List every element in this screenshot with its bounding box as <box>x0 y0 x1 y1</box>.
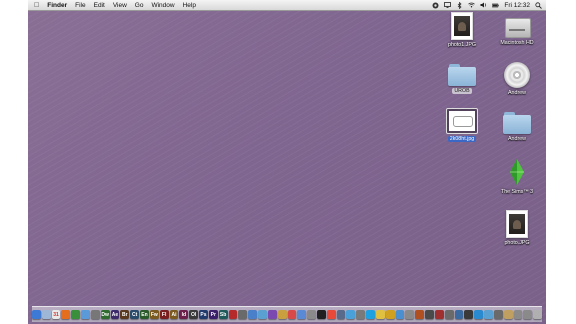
cd-disc-icon <box>504 62 530 88</box>
dock-finder-icon[interactable] <box>31 310 41 319</box>
image-file-icon <box>449 111 475 131</box>
dock-bridge-icon[interactable]: Br <box>120 310 130 319</box>
dock-iphoto-icon[interactable] <box>258 310 267 319</box>
menu-app-finder[interactable]: Finder <box>43 2 71 9</box>
dock-garageband-icon[interactable] <box>277 310 287 319</box>
desktop-folder-urob[interactable]: UROB <box>436 64 488 94</box>
spotlight-search-icon[interactable] <box>535 1 542 9</box>
menu-edit[interactable]: Edit <box>90 2 109 9</box>
desktop-file-2k08ht[interactable]: 2k08ht.jpg <box>436 108 488 142</box>
dock-contribute-icon[interactable]: Ct <box>130 310 140 319</box>
menu-file[interactable]: File <box>71 2 89 9</box>
dock-app-icon[interactable] <box>484 310 493 319</box>
dock-safari-icon[interactable] <box>81 310 90 319</box>
dock-app-icon[interactable] <box>474 310 484 319</box>
desktop-icon-label: photo1.JPG <box>448 42 476 48</box>
dock-app-icon[interactable] <box>375 310 385 319</box>
dock-dashboard-icon[interactable] <box>316 310 326 319</box>
desktop-icon-label: The Sims™ 3 <box>500 189 534 195</box>
dock-app-icon[interactable] <box>307 310 316 319</box>
dock-app-icon[interactable] <box>356 310 366 319</box>
dock-messenger-icon[interactable] <box>326 310 336 319</box>
folder-icon <box>503 112 531 134</box>
dock-app-icon[interactable] <box>444 310 454 319</box>
dock-app-icon[interactable] <box>405 310 415 319</box>
dock-app-icon[interactable] <box>415 310 425 319</box>
dock-app-icon[interactable] <box>297 310 307 319</box>
desktop-icon-label: Andrew <box>508 90 526 96</box>
dock-twitter-icon[interactable] <box>346 310 356 319</box>
dock-indesign-icon[interactable]: Id <box>179 310 189 319</box>
menu-window[interactable]: Window <box>147 2 178 9</box>
dock-app-icon[interactable] <box>385 310 395 319</box>
dock-flash-icon[interactable]: Fl <box>159 310 169 319</box>
dock-encore-icon[interactable]: En <box>140 310 149 319</box>
menu-bar:  Finder File Edit View Go Window Help <box>28 0 546 11</box>
desktop-file-photo1[interactable]: photo1.JPG <box>436 12 488 48</box>
dock-imovie-icon[interactable] <box>267 310 277 319</box>
dock-app-icon[interactable] <box>454 310 464 319</box>
dock-skype-icon[interactable] <box>366 310 375 319</box>
dock-premiere-icon[interactable]: Pr <box>208 310 218 319</box>
dock-app-icon[interactable] <box>503 310 513 319</box>
desktop-app-the-sims-3[interactable]: The Sims™ 3 <box>491 157 543 195</box>
dock-itunes-icon[interactable] <box>248 310 258 319</box>
desktop-folder-andrew[interactable]: Andrew <box>491 112 543 142</box>
desktop-drive-macintosh-hd[interactable]: Macintosh HD <box>491 14 543 46</box>
dock-settings-icon[interactable] <box>90 310 100 319</box>
dock-onlocation-icon[interactable]: Ol <box>189 310 199 319</box>
menu-view[interactable]: View <box>109 2 131 9</box>
dock-app-icon[interactable] <box>493 310 503 319</box>
dock-photoshop-icon[interactable]: Ps <box>199 310 208 319</box>
dock-ical-icon[interactable] <box>287 310 297 319</box>
dock-after-effects-icon[interactable]: Ae <box>110 310 120 319</box>
dock-trash-icon[interactable] <box>533 310 543 319</box>
desktop-disc-andrew[interactable]: Andrew <box>491 62 543 96</box>
dock-app-icon[interactable] <box>425 310 434 319</box>
desktop-icon-label: UROB <box>452 88 472 94</box>
desktop-icon-label: 2k08ht.jpg <box>447 136 477 142</box>
dock-soundbooth-icon[interactable]: Sb <box>218 310 228 319</box>
menu-go[interactable]: Go <box>131 2 148 9</box>
battery-icon[interactable] <box>492 2 500 8</box>
dock-calendar-icon[interactable]: 31 <box>51 310 61 319</box>
dock-firefox-icon[interactable] <box>61 310 71 319</box>
dock-app-icon[interactable] <box>336 310 346 319</box>
status-app-icon[interactable] <box>432 2 439 8</box>
dock-app-icon[interactable] <box>464 310 474 319</box>
dock-app-icon[interactable] <box>238 310 248 319</box>
dock-fireworks-icon[interactable]: Fw <box>149 310 159 319</box>
apple-menu-icon[interactable]:  <box>28 2 43 9</box>
hard-drive-icon <box>503 14 531 38</box>
dock-dreamweaver-icon[interactable]: Dw <box>100 310 110 319</box>
status-area: Fri 12:32 <box>432 0 542 10</box>
dock-photobooth-icon[interactable] <box>228 310 238 319</box>
dock-app-icon[interactable] <box>434 310 444 319</box>
desktop-screen:  Finder File Edit View Go Window Help <box>28 0 546 324</box>
bluetooth-icon[interactable] <box>456 1 463 9</box>
menu-clock[interactable]: Fri 12:32 <box>504 2 530 9</box>
plumbob-icon <box>506 157 528 187</box>
dock: 31 Dw Ae Br Ct En Fw Fl Ai Id Ol Ps Pr Sb <box>31 306 543 322</box>
dock-downloads-icon[interactable] <box>513 310 523 319</box>
volume-icon[interactable] <box>480 2 487 8</box>
desktop-icon-label: Andrew <box>508 136 526 142</box>
dock-illustrator-icon[interactable]: Ai <box>169 310 179 319</box>
menu-help[interactable]: Help <box>179 2 200 9</box>
dock-app-icon[interactable] <box>395 310 405 319</box>
folder-icon <box>448 64 476 86</box>
desktop-icon-label: photo.JPG <box>504 240 530 246</box>
desktop-icon-label: Macintosh HD <box>500 40 534 46</box>
desktop-file-photo[interactable]: photo.JPG <box>491 210 543 246</box>
wifi-icon[interactable] <box>468 2 476 8</box>
dock-documents-icon[interactable] <box>523 310 533 319</box>
photo-thumbnail-icon <box>451 12 473 40</box>
dock-mail-icon[interactable] <box>41 310 51 319</box>
display-icon[interactable] <box>444 2 452 8</box>
photo-thumbnail-icon <box>506 210 528 238</box>
selection-frame <box>446 108 478 134</box>
dock-chrome-icon[interactable] <box>71 310 81 319</box>
